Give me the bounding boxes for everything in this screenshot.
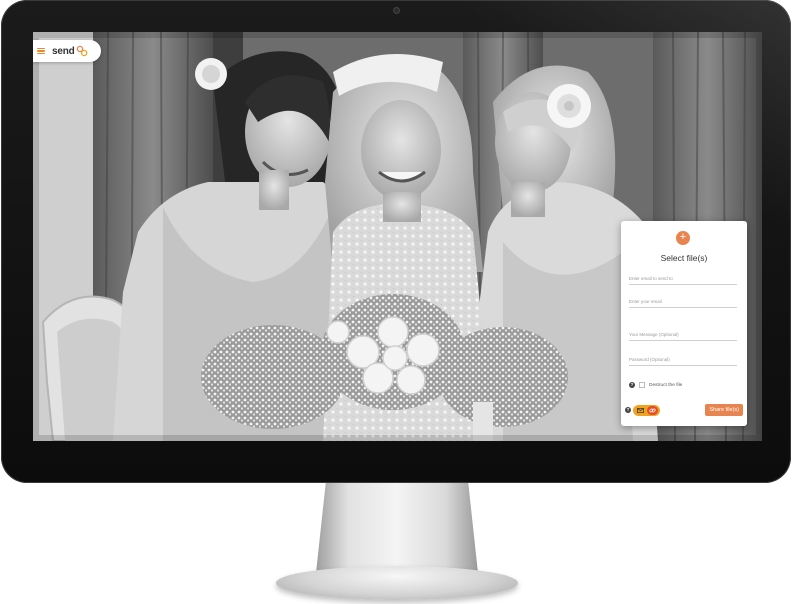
question-icon[interactable]: ? <box>629 382 635 388</box>
share-files-button[interactable]: Share file(s) <box>705 404 743 416</box>
password-input[interactable] <box>629 354 737 366</box>
select-files-title: Select file(s) <box>660 253 708 263</box>
upload-card: + Select file(s) ? Destruct the file ? <box>621 221 747 426</box>
email-mode-option[interactable] <box>635 406 646 415</box>
question-icon[interactable]: ? <box>625 407 631 413</box>
destruct-checkbox[interactable] <box>639 382 645 388</box>
destruct-label: Destruct the file <box>649 382 683 388</box>
message-input[interactable] <box>629 329 737 341</box>
monitor-bezel: send + Select file(s) ? Destruct the fil… <box>1 0 791 483</box>
destruct-option-row: ? Destruct the file <box>629 382 682 388</box>
envelope-icon <box>637 407 644 413</box>
monitor-stand-neck <box>316 483 478 573</box>
plus-icon: + <box>679 231 687 243</box>
send-logo-icon <box>76 45 87 57</box>
monitor-stand-base <box>276 566 518 600</box>
add-files-button[interactable]: + <box>676 231 690 245</box>
email-to-input[interactable] <box>629 273 737 285</box>
card-footer: ? Share file(s) <box>625 404 743 416</box>
header-logo-bar: send <box>33 40 101 62</box>
brand-name: send <box>52 45 75 57</box>
hamburger-menu-icon[interactable] <box>37 47 45 55</box>
your-email-input[interactable] <box>629 296 737 308</box>
app-screen: send + Select file(s) ? Destruct the fil… <box>33 32 762 441</box>
webcam <box>393 7 400 14</box>
link-icon <box>649 408 656 412</box>
brand-logo[interactable]: send <box>52 45 88 57</box>
link-mode-option[interactable] <box>647 405 658 415</box>
share-mode-toggle[interactable] <box>633 404 660 416</box>
